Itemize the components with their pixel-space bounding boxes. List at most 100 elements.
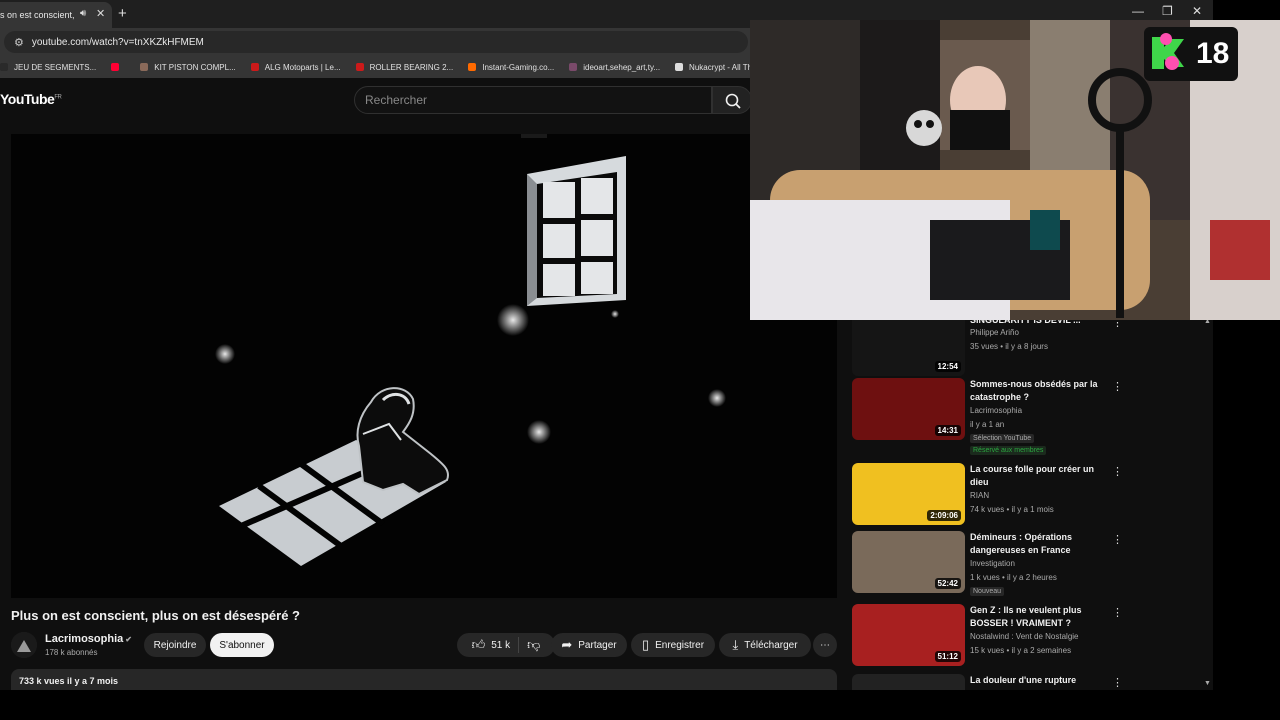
duration-badge: 52:42 <box>934 578 961 589</box>
share-button[interactable]: ➦ Partager <box>551 633 627 657</box>
window-shape <box>527 156 626 306</box>
more-options-icon[interactable]: ⋮ <box>1112 380 1123 393</box>
video-thumbnail[interactable]: 51:12 <box>852 604 965 666</box>
address-bar[interactable]: ⚙ youtube.com/watch?v=tnXKZkHFMEM <box>4 31 748 53</box>
light-orb <box>611 310 619 318</box>
recommendation-title[interactable]: Sommes-nous obsédés par la catastrophe ? <box>970 378 1100 404</box>
avatar-image <box>11 632 37 658</box>
video-title: Plus on est conscient, plus on est déses… <box>11 608 300 623</box>
recommendation-item[interactable]: 2:09:06 La course folle pour créer un die… <box>852 463 1152 527</box>
recommendation-title[interactable]: La douleur d'une rupture <box>970 674 1100 687</box>
save-label: Enregistrer <box>655 639 705 651</box>
scroll-down-icon[interactable]: ▼ <box>1204 680 1211 687</box>
close-tab-icon[interactable]: ✕ <box>96 7 105 20</box>
light-orb <box>497 304 529 336</box>
channel-avatar[interactable] <box>11 632 37 658</box>
site-settings-icon[interactable]: ⚙ <box>14 36 24 49</box>
thumbs-up-icon[interactable]: 👍︎ <box>472 637 486 653</box>
search-button[interactable] <box>712 86 752 114</box>
recommendation-item[interactable]: 14:31 Sommes-nous obsédés par la catastro… <box>852 378 1152 455</box>
divider <box>518 637 520 653</box>
recommendation-item[interactable]: 51:12 Gen Z : Ils ne veulent plus BOSSER … <box>852 604 1152 668</box>
recommendation-channel[interactable]: Nostalwind : Vent de Nostalgie <box>970 632 1079 641</box>
search-placeholder: Rechercher <box>365 93 428 107</box>
bookmark-icon: ▯ <box>641 637 650 652</box>
bookmark-item[interactable]: JEU DE SEGMENTS... <box>0 63 96 72</box>
recommendation-channel[interactable]: Lacrimosophia <box>970 406 1022 415</box>
channel-row: Lacrimosophia ✔ 178 k abonnés Rejoindre S… <box>11 630 837 662</box>
description-box[interactable]: 733 k vues il y a 7 mois <box>11 669 837 690</box>
like-count[interactable]: 51 k <box>491 640 510 651</box>
tab-title: s on est conscient, pl <box>0 10 75 20</box>
subscriber-count: 178 k abonnés <box>45 648 98 657</box>
duration-badge: 14:31 <box>934 425 961 436</box>
minimize-icon[interactable]: — <box>1132 4 1144 18</box>
bookmark-favicon-icon <box>140 63 149 71</box>
new-tab-icon[interactable]: + <box>118 5 127 22</box>
browser-tab[interactable]: s on est conscient, pl 🔊︎ ✕ <box>0 2 112 28</box>
recommendation-meta: 1 k vues • il y a 2 heures <box>970 573 1057 582</box>
close-window-icon[interactable]: ✕ <box>1192 4 1202 18</box>
kick-logo-icon <box>1152 33 1184 70</box>
subscribe-label: S'abonner <box>219 639 265 651</box>
video-thumbnail[interactable]: 14:31 <box>852 378 965 440</box>
bookmark-favicon-icon <box>0 63 8 71</box>
ceiling-mark <box>521 134 547 138</box>
download-icon: ⤓ <box>732 637 739 652</box>
bookmark-favicon-icon <box>468 63 477 71</box>
thumbs-down-icon[interactable]: 👎︎ <box>527 637 540 653</box>
recommendation-title[interactable]: Gen Z : Ils ne veulent plus BOSSER ! VRA… <box>970 604 1100 630</box>
recommendation-channel[interactable]: Philippe Ariño <box>970 328 1019 337</box>
download-button[interactable]: ⤓ Télécharger <box>719 633 811 657</box>
download-label: Télécharger <box>744 639 798 651</box>
more-options-icon[interactable]: ⋮ <box>1112 676 1123 689</box>
more-options-icon[interactable]: ⋮ <box>1112 606 1123 619</box>
verified-icon: ✔ <box>125 635 132 644</box>
bookmark-label: Instant-Gaming.co... <box>482 62 555 72</box>
bookmark-item[interactable]: Instant-Gaming.co... <box>468 63 554 72</box>
youtube-logo[interactable]: YouTubeFR <box>0 91 62 107</box>
save-button[interactable]: ▯ Enregistrer <box>631 633 715 657</box>
more-options-icon[interactable]: ⋮ <box>1112 533 1123 546</box>
bookmark-favicon-icon <box>355 63 364 71</box>
bookmark-label: ROLLER BEARING 2... <box>369 62 454 72</box>
video-thumbnail[interactable] <box>852 674 965 690</box>
more-options-icon[interactable]: ⋮ <box>1112 465 1123 478</box>
duration-badge: 12:54 <box>934 361 961 372</box>
logo-region: FR <box>54 94 62 101</box>
bookmark-item[interactable]: KIT PISTON COMPL... <box>140 63 236 72</box>
speaker-icon[interactable]: 🔊︎ <box>80 8 86 19</box>
recommendation-item[interactable]: 12:54 SINGULARITY IS DEVIL ... Philippe Ar… <box>852 318 1152 378</box>
duration-badge: 51:12 <box>934 651 961 662</box>
bookmark-item[interactable] <box>111 63 125 71</box>
recommendations-list: 12:54 SINGULARITY IS DEVIL ... Philippe Ar… <box>852 318 1212 690</box>
recommendation-title[interactable]: La course folle pour créer un dieu <box>970 463 1100 489</box>
channel-name-text: Lacrimosophia <box>45 633 124 645</box>
bookmark-favicon-icon <box>111 63 120 71</box>
subscribe-button[interactable]: S'abonner <box>210 633 274 657</box>
recommendation-meta: 74 k vues • il y a 1 mois <box>970 505 1054 514</box>
recommendation-channel[interactable]: RIAN <box>970 491 989 500</box>
video-player[interactable] <box>11 134 837 598</box>
restore-icon[interactable]: ❐ <box>1162 4 1173 18</box>
bookmark-label: ideoart,sehep_art,ty... <box>583 62 661 72</box>
bookmark-item[interactable]: ROLLER BEARING 2... <box>355 62 454 72</box>
video-thumbnail[interactable]: 2:09:06 <box>852 463 965 525</box>
recommendation-badge: Sélection YouTube <box>970 434 1035 443</box>
join-button[interactable]: Rejoindre <box>144 633 206 657</box>
bookmark-item[interactable]: ALG Motoparts | Le... <box>250 63 341 72</box>
recommendation-channel[interactable]: Investigation <box>970 559 1015 568</box>
more-actions-button[interactable]: ⋯ <box>813 633 837 657</box>
video-thumbnail[interactable]: 52:42 <box>852 531 965 593</box>
search-icon <box>725 93 741 109</box>
bookmark-favicon-icon <box>675 63 684 71</box>
recommendation-title[interactable]: Démineurs : Opérations dangereuses en Fr… <box>970 531 1100 557</box>
video-thumbnail[interactable]: 12:54 <box>852 318 965 376</box>
bookmark-item[interactable]: ideoart,sehep_art,ty... <box>569 63 660 72</box>
members-only-badge: Réservé aux membres <box>970 446 1047 455</box>
channel-name[interactable]: Lacrimosophia ✔ <box>45 633 132 645</box>
recommendation-item[interactable]: La douleur d'une rupture ⋮ <box>852 674 1152 690</box>
search-input[interactable]: Rechercher <box>354 86 712 114</box>
recommendation-item[interactable]: 52:42 Démineurs : Opérations dangereuses … <box>852 531 1152 596</box>
bookmark-label: JEU DE SEGMENTS... <box>14 62 97 72</box>
